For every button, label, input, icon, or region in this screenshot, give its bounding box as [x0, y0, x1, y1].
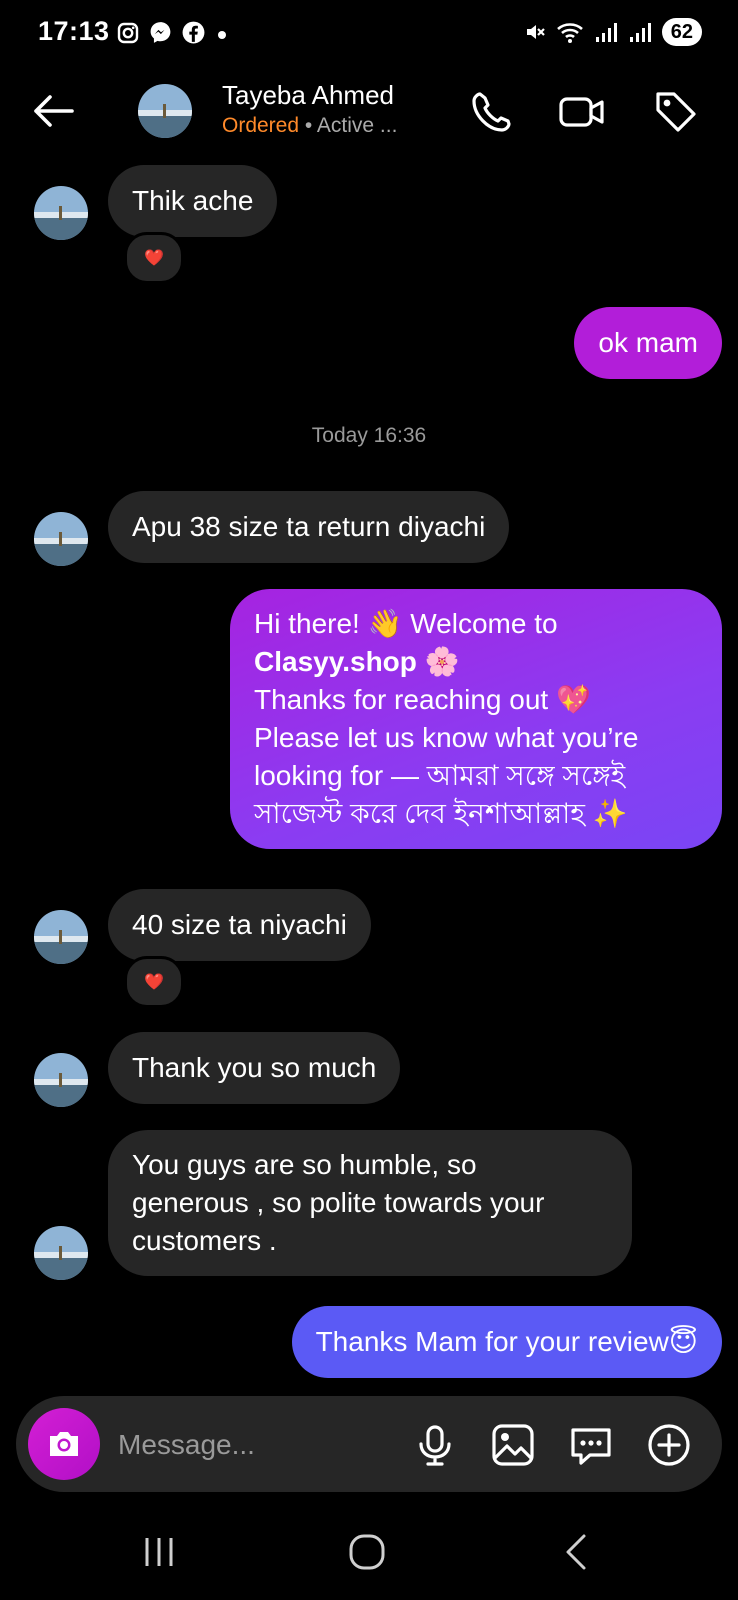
outgoing-message[interactable]: Thanks Mam for your review😇: [291, 1306, 722, 1378]
back-nav-icon[interactable]: [556, 1530, 600, 1574]
signal-icon: [629, 23, 651, 42]
contact-status: Ordered • Active ...: [222, 114, 397, 138]
avatar[interactable]: [138, 84, 192, 138]
recent-apps-icon[interactable]: [138, 1530, 182, 1574]
mute-icon: [526, 25, 545, 39]
video-call-icon[interactable]: [558, 88, 606, 136]
notification-icons: [116, 20, 230, 45]
messenger-icon: [150, 22, 171, 43]
camera-button[interactable]: [28, 1408, 100, 1480]
phone-icon[interactable]: [466, 88, 514, 136]
outgoing-message[interactable]: Hi there! 👋 Welcome to Clasyy.shop 🌸 Tha…: [230, 589, 722, 849]
heart-reaction[interactable]: ❤️: [124, 956, 184, 1008]
message-line: Hi there! 👋 Welcome to: [254, 608, 558, 639]
system-status-icons: 62: [524, 18, 702, 46]
dot-icon: [218, 30, 226, 39]
incoming-message[interactable]: Thik ache: [108, 165, 278, 237]
flower-emoji: 🌸: [424, 646, 460, 677]
heart-reaction[interactable]: ❤️: [124, 232, 184, 284]
smiling-halo-emoji: 😇: [668, 1326, 698, 1357]
instagram-icon: [117, 22, 139, 43]
sender-avatar[interactable]: [34, 910, 88, 964]
message-line: Clasyy.shop 🌸: [254, 643, 698, 681]
add-icon[interactable]: [646, 1422, 692, 1468]
sparkles-emoji: ✨: [592, 798, 628, 829]
active-status: • Active ...: [299, 114, 398, 137]
message-line: Thanks for reaching out 💖: [254, 684, 591, 715]
incoming-message[interactable]: You guys are so humble, so generous , so…: [108, 1130, 632, 1276]
home-icon[interactable]: [346, 1530, 390, 1574]
tag-icon[interactable]: [652, 88, 700, 136]
sender-avatar[interactable]: [34, 512, 88, 566]
outgoing-message[interactable]: ok mam: [574, 307, 722, 379]
message-line: You guys are so humble, so: [132, 1149, 477, 1180]
message-line: looking for — আমরা সঙ্গে সঙ্গেই: [254, 760, 626, 791]
message-line: সাজেস্ট করে দেব ইনশাআল্লাহ ✨: [254, 798, 628, 829]
shop-name: Clasyy.shop: [254, 646, 417, 677]
facebook-icon: [182, 21, 205, 44]
message-line: generous , so polite towards your: [132, 1187, 545, 1218]
wave-emoji: 👋: [367, 608, 403, 639]
incoming-message[interactable]: Thank you so much: [108, 1032, 401, 1104]
signal-icon: [595, 23, 617, 42]
sticker-chat-icon[interactable]: [568, 1422, 614, 1468]
sender-avatar[interactable]: [34, 186, 88, 240]
message-line: customers .: [132, 1225, 277, 1256]
status-time: 17:13: [38, 16, 110, 46]
sender-avatar[interactable]: [34, 1226, 88, 1280]
sender-avatar[interactable]: [34, 1053, 88, 1107]
wifi-icon: [556, 23, 583, 43]
gallery-icon[interactable]: [490, 1422, 536, 1468]
back-arrow-icon[interactable]: [28, 86, 78, 136]
heart-emoji: 💖: [555, 684, 591, 715]
message-line: Please let us know what you’re: [254, 722, 639, 753]
timestamp: Today 16:36: [311, 424, 427, 447]
incoming-message[interactable]: Apu 38 size ta return diyachi: [108, 491, 510, 563]
message-input[interactable]: [116, 1422, 400, 1468]
microphone-icon[interactable]: [412, 1422, 458, 1468]
battery-indicator: 62: [661, 18, 702, 46]
contact-name[interactable]: Tayeba Ahmed: [222, 80, 394, 111]
ordered-label: Ordered: [222, 114, 300, 137]
incoming-message[interactable]: 40 size ta niyachi: [108, 889, 371, 961]
camera-icon: [50, 1432, 78, 1456]
